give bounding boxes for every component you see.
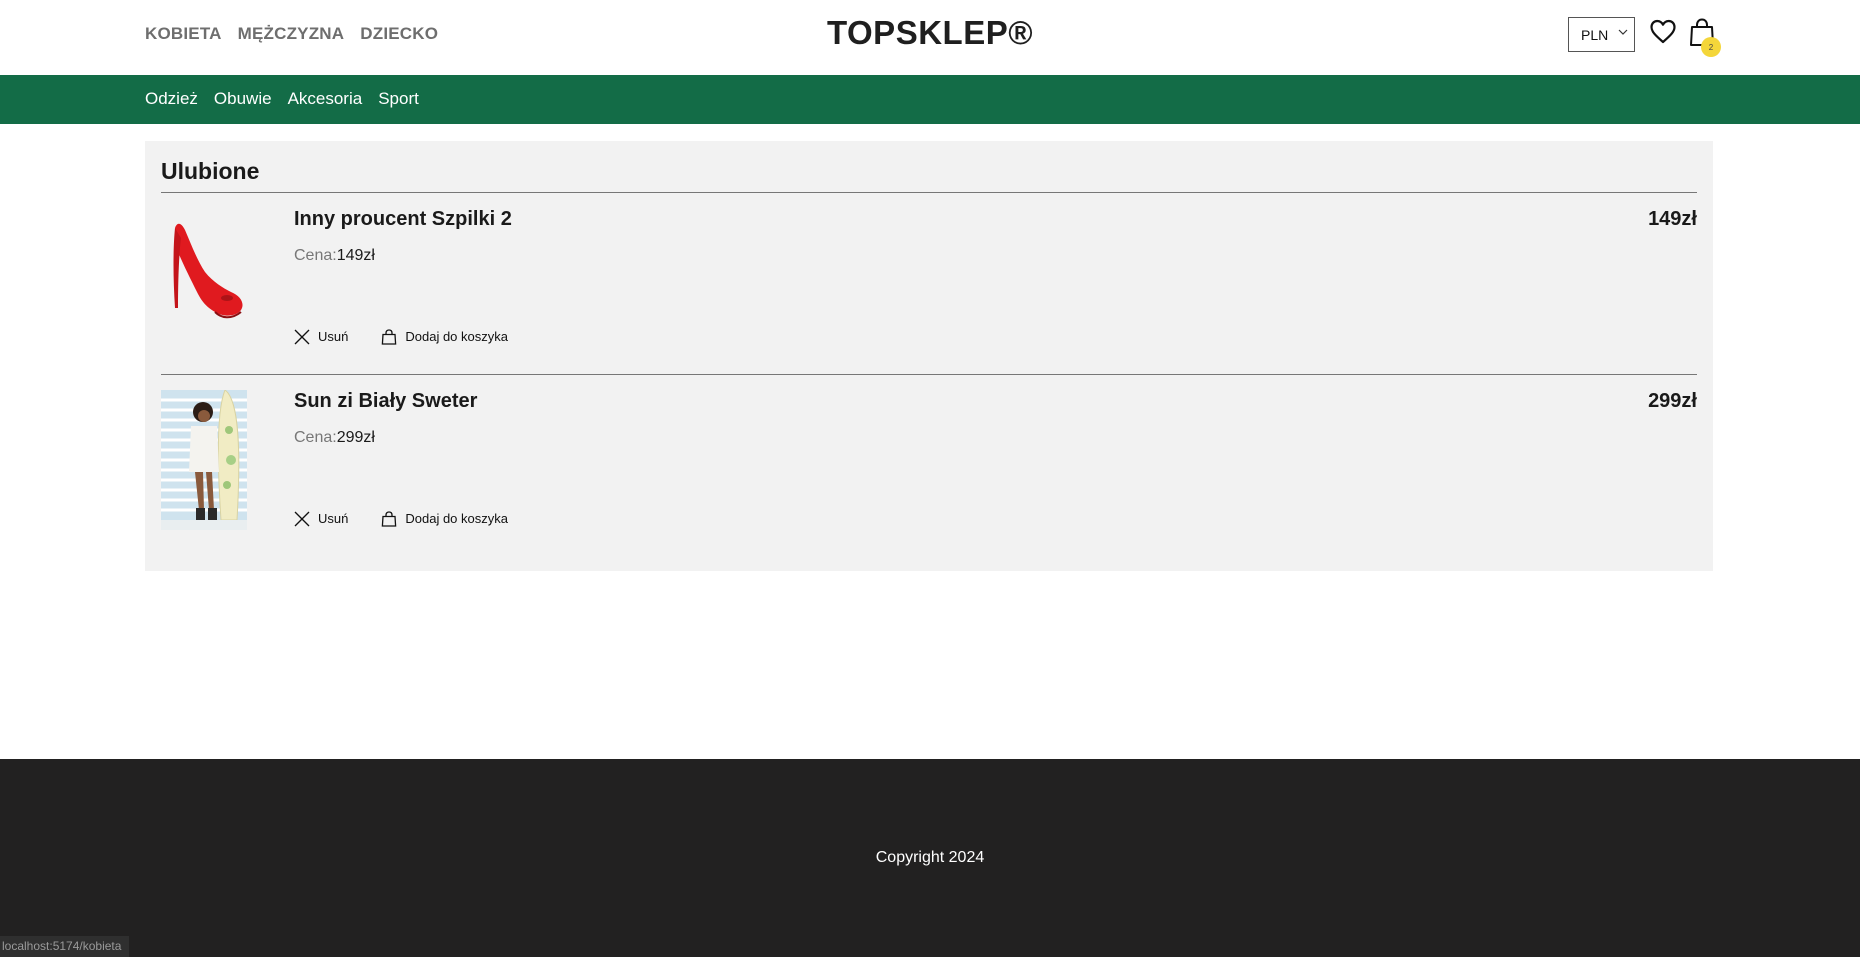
product-name[interactable]: Sun zi Biały Sweter (294, 390, 477, 413)
category-sport[interactable]: Sport (378, 89, 419, 109)
favorite-item: Inny proucent Szpilki 2 Cena:149zł 149zł… (161, 208, 1697, 368)
item-total-price: 299zł (1648, 390, 1697, 412)
product-name[interactable]: Inny proucent Szpilki 2 (294, 208, 512, 231)
remove-label: Usuń (318, 511, 349, 526)
category-bar: Odzież Obuwie Akcesoria Sport (0, 75, 1860, 124)
currency-select[interactable]: PLN (1568, 17, 1635, 52)
add-to-cart-button[interactable]: Dodaj do koszyka (381, 329, 508, 345)
close-icon (294, 329, 310, 345)
remove-button[interactable]: Usuń (294, 329, 348, 345)
currency-value: PLN (1581, 26, 1609, 43)
price-label: Cena: (294, 247, 337, 264)
product-price: Cena:149zł (294, 247, 375, 265)
divider (161, 374, 1697, 375)
price-value: 299zł (336, 429, 375, 446)
remove-button[interactable]: Usuń (294, 511, 348, 527)
item-actions: Usuń Dodaj do koszyka (294, 511, 508, 527)
footer: Copyright 2024 (0, 759, 1860, 957)
add-to-cart-label: Dodaj do koszyka (405, 511, 508, 526)
category-nav: Odzież Obuwie Akcesoria Sport (145, 89, 419, 109)
favorites-panel: Ulubione Inny proucent Szpilki 2 Cena:14… (145, 141, 1713, 571)
item-actions: Usuń Dodaj do koszyka (294, 329, 508, 345)
price-value: 149zł (336, 247, 375, 264)
remove-label: Usuń (318, 329, 349, 344)
page-title: Ulubione (161, 158, 260, 184)
top-header: KOBIETA MĘŻCZYZNA DZIECKO TOPSKLEP® PLN … (0, 0, 1860, 75)
favorite-item: Sun zi Biały Sweter Cena:299zł 299zł Usu… (161, 390, 1697, 550)
category-akcesoria[interactable]: Akcesoria (288, 89, 363, 109)
add-to-cart-label: Dodaj do koszyka (405, 329, 508, 344)
product-price: Cena:299zł (294, 429, 375, 447)
product-image[interactable] (161, 208, 247, 348)
product-image[interactable] (161, 390, 247, 530)
divider (161, 192, 1697, 193)
category-obuwie[interactable]: Obuwie (214, 89, 272, 109)
price-label: Cena: (294, 429, 337, 446)
chevron-down-icon (1618, 29, 1628, 35)
status-bar-url: localhost:5174/kobieta (0, 936, 130, 957)
close-icon (294, 511, 310, 527)
bag-icon (382, 329, 397, 345)
category-odziez[interactable]: Odzież (145, 89, 198, 109)
heart-icon[interactable] (1649, 18, 1677, 46)
item-total-price: 149zł (1648, 208, 1697, 230)
add-to-cart-button[interactable]: Dodaj do koszyka (381, 511, 508, 527)
copyright-text: Copyright 2024 (875, 849, 985, 866)
cart-count-badge: 2 (1701, 37, 1721, 57)
bag-icon (382, 511, 397, 527)
